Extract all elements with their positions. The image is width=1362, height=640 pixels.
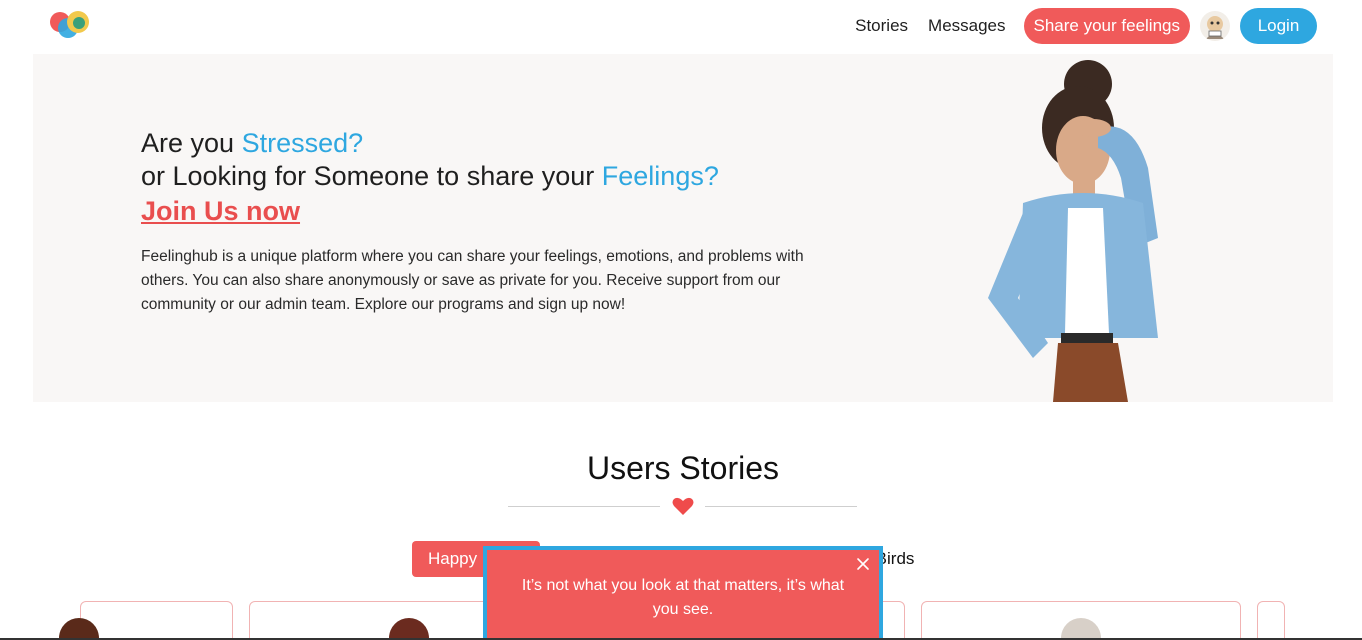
close-icon[interactable] bbox=[855, 556, 871, 572]
hero-text-block: Are you Stressed? or Looking for Someone… bbox=[141, 127, 831, 317]
login-button[interactable]: Login bbox=[1240, 8, 1317, 44]
quote-text: It’s not what you look at that matters, … bbox=[521, 577, 845, 618]
story-card[interactable] bbox=[921, 601, 1241, 640]
heart-icon bbox=[672, 496, 694, 516]
heart-circles-logo-icon[interactable] bbox=[48, 8, 94, 44]
hero-line2-accent: Feelings? bbox=[601, 161, 719, 191]
hero-heading-line2: or Looking for Someone to share your Fee… bbox=[141, 160, 831, 193]
join-us-link[interactable]: Join Us now bbox=[141, 193, 300, 229]
avatar-icon[interactable] bbox=[1200, 11, 1230, 41]
quote-toast: It’s not what you look at that matters, … bbox=[483, 546, 883, 640]
title-divider-left bbox=[508, 506, 660, 507]
nav-link-messages[interactable]: Messages bbox=[928, 16, 1005, 36]
stressed-woman-illustration bbox=[933, 58, 1233, 402]
hero-line1-accent: Stressed? bbox=[241, 128, 364, 158]
stories-title: Users Stories bbox=[586, 450, 780, 486]
card-avatar bbox=[389, 618, 429, 640]
story-card[interactable] bbox=[59, 601, 233, 640]
story-card[interactable] bbox=[1257, 601, 1285, 640]
title-divider-right bbox=[705, 506, 857, 507]
nav-right-group: Stories Messages Share your feelings Log… bbox=[835, 8, 1317, 44]
hero-line2-prefix: or Looking for Someone to share your bbox=[141, 161, 602, 191]
nav-link-stories[interactable]: Stories bbox=[855, 16, 908, 36]
hero-heading-line1: Are you Stressed? bbox=[141, 127, 831, 160]
card-avatar bbox=[1061, 618, 1101, 640]
hero-line1-prefix: Are you bbox=[141, 128, 242, 158]
hero-description: Feelinghub is a unique platform where yo… bbox=[141, 248, 804, 313]
hero-section: Are you Stressed? or Looking for Someone… bbox=[33, 54, 1333, 402]
share-feelings-button[interactable]: Share your feelings bbox=[1023, 8, 1190, 44]
card-avatar bbox=[59, 618, 99, 640]
top-navbar: Stories Messages Share your feelings Log… bbox=[0, 0, 1362, 54]
